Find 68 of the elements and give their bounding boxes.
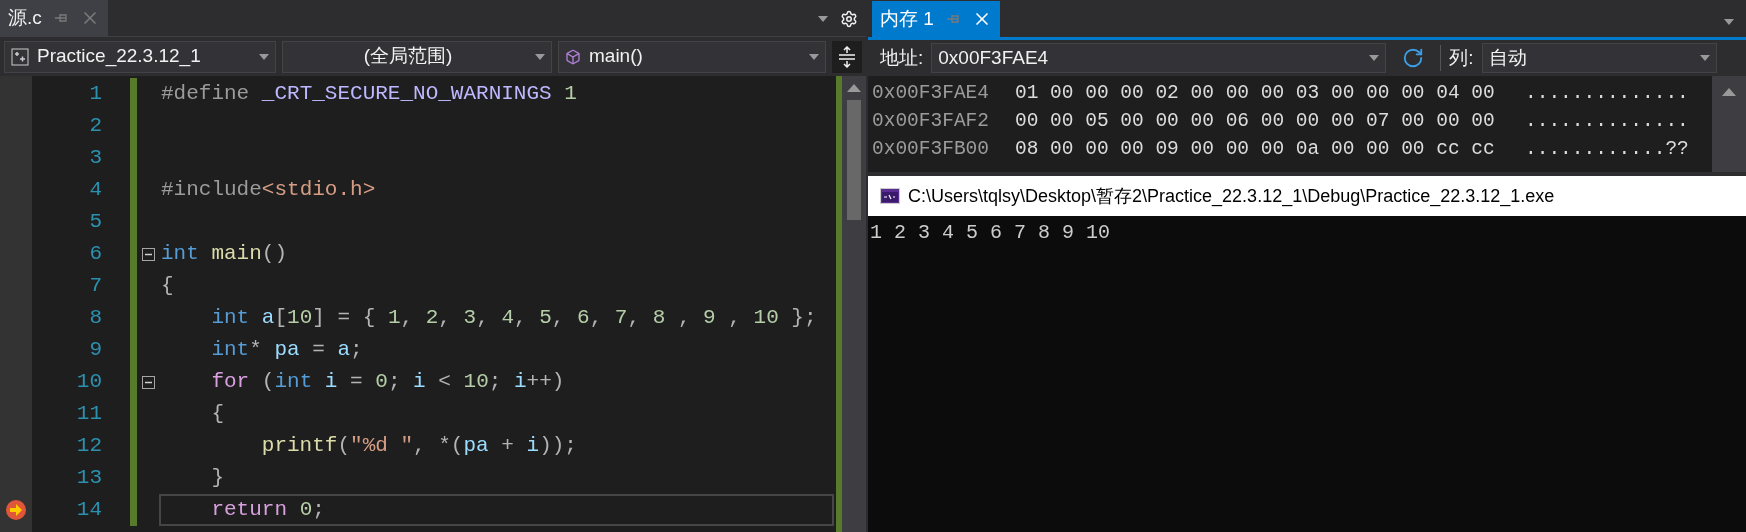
line-number: 11 [76, 401, 102, 428]
line-number: 2 [89, 113, 102, 140]
scope-dropdown[interactable]: (全局范围) [282, 40, 552, 73]
memory-address: 0x00F3FAF2 [872, 109, 991, 135]
scroll-up-icon[interactable] [1722, 88, 1736, 96]
collapse-icon[interactable] [141, 375, 155, 389]
line-number: 5 [89, 209, 102, 236]
caret-icon [818, 16, 828, 22]
memory-bytes: 00 00 05 00 00 00 06 00 00 00 07 00 00 00 [1015, 109, 1496, 135]
caret-icon [535, 53, 545, 60]
line-number: 14 [76, 497, 102, 524]
cube-icon [565, 48, 581, 65]
vertical-scrollbar[interactable] [1712, 76, 1746, 172]
document-tab[interactable]: 内存 1 [872, 1, 1000, 37]
caret-icon [1724, 19, 1734, 25]
line-number: 4 [89, 177, 102, 204]
line-number: 13 [76, 465, 102, 492]
line-number: 6 [89, 241, 102, 268]
project-dropdown[interactable]: Practice_22.3.12_1 [4, 40, 276, 73]
memory-ascii: .............. [1525, 109, 1689, 135]
code-line: #include<stdio.h> [161, 177, 376, 204]
code-line: printf("%d ", *(pa + i)); [260, 433, 577, 460]
code-line: int a[10] = { 1, 2, 3, 4, 5, 6, 7, 8 , 9 , 10 }; [210, 305, 817, 332]
memory-address: 0x00F3FB00 [872, 137, 991, 163]
line-number: 1 [89, 81, 102, 108]
caret-icon [1699, 55, 1710, 61]
console-output: 1 2 3 4 5 6 7 8 9 10 [870, 221, 1111, 244]
settings-icon[interactable] [840, 10, 858, 28]
code-line: { [161, 273, 174, 300]
member-dropdown[interactable]: main() [558, 40, 826, 73]
console-app-icon [880, 188, 900, 204]
line-number: 3 [89, 145, 102, 172]
split-icon [838, 45, 856, 68]
code-line: for (int i = 0; i < 10; i++) [210, 369, 565, 396]
address-field[interactable]: 0x00F3FAE4 [931, 43, 1387, 73]
address-label: 地址: [880, 45, 924, 70]
split-button[interactable] [832, 40, 862, 73]
scroll-up-icon[interactable] [847, 84, 861, 92]
code-line: int main() [161, 241, 288, 268]
pin-icon[interactable] [53, 13, 68, 23]
refresh-icon[interactable] [1402, 47, 1425, 69]
caret-icon [1369, 55, 1380, 61]
console-title-bar: C:\Users\tqlsy\Desktop\暂存2\Practice_22.3.12_1\Debug\Practice_22.3.12_1.exe [868, 176, 1746, 216]
scrollbar-thumb[interactable] [847, 100, 861, 220]
code-line: #define _CRT_SECURE_NO_WARNINGS 1 [161, 81, 577, 108]
code-line: return 0; [210, 497, 325, 524]
memory-ascii: ............?? [1525, 137, 1689, 163]
memory-ascii: .............. [1525, 81, 1689, 107]
line-number: 8 [89, 305, 102, 332]
project-icon [11, 47, 29, 66]
line-number: 12 [76, 433, 102, 460]
vertical-scrollbar[interactable] [836, 76, 866, 532]
caret-icon [809, 53, 819, 60]
line-number: 7 [89, 273, 102, 300]
memory-bytes: 08 00 00 00 09 00 00 00 0a 00 00 00 cc cc [1015, 137, 1496, 163]
columns-label: 列: [1449, 45, 1474, 70]
code-line: { [210, 401, 224, 428]
line-number: 9 [89, 337, 102, 364]
document-tab[interactable]: 源.c [0, 0, 108, 36]
caret-icon [259, 53, 269, 60]
collapse-icon[interactable] [141, 247, 155, 261]
breakpoint-margin[interactable] [0, 76, 32, 532]
code-line: } [210, 465, 224, 492]
code-line: int* pa = a; [210, 337, 363, 364]
line-number: 10 [76, 369, 102, 396]
columns-dropdown[interactable]: 自动 [1481, 43, 1717, 73]
memory-bytes: 01 00 00 00 02 00 00 00 03 00 00 00 04 00 [1015, 81, 1496, 107]
memory-address: 0x00F3FAE4 [872, 81, 991, 107]
